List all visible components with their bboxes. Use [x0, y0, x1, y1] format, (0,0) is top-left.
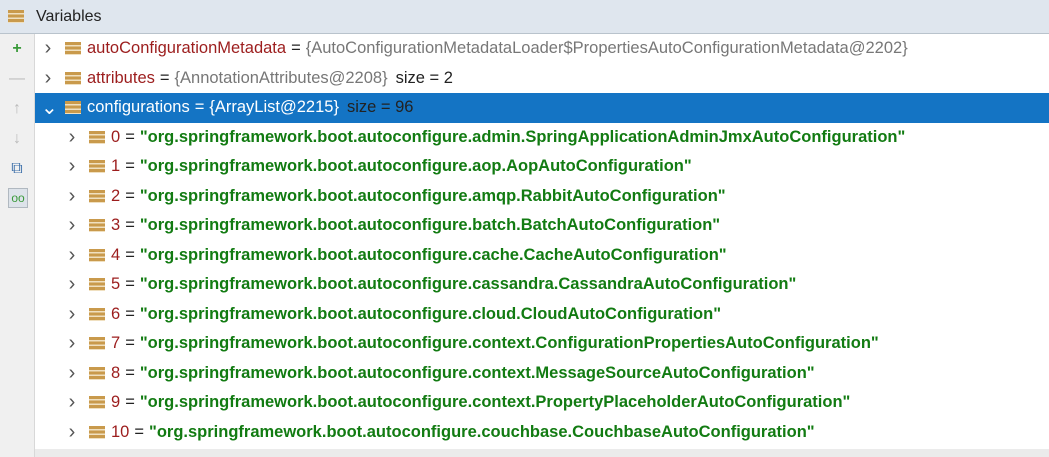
chevron-right-icon[interactable]: › — [65, 421, 79, 444]
item-value: "org.springframework.boot.autoconfigure.… — [139, 245, 727, 264]
field-icon — [65, 71, 81, 85]
item-value: "org.springframework.boot.autoconfigure.… — [139, 363, 815, 382]
variable-row[interactable]: › attributes = {AnnotationAttributes@2208} s… — [35, 64, 1049, 94]
field-icon — [89, 366, 105, 380]
variable-name: attributes — [87, 68, 155, 87]
equals-sign: = — [125, 157, 135, 176]
field-icon — [89, 189, 105, 203]
item-value: "org.springframework.boot.autoconfigure.… — [139, 216, 721, 235]
equals-sign: = — [125, 304, 135, 323]
variables-tree: › autoConfigurationMetadata = {AutoConfigur… — [35, 34, 1049, 447]
toolbar-gutter: + — ↑ ↓ ⧉ oo — [0, 34, 35, 457]
field-icon — [65, 42, 81, 56]
list-item[interactable]: › 10 = "org.springframework.boot.autoconfig… — [35, 418, 1049, 448]
copy-icon[interactable]: ⧉ — [8, 160, 26, 178]
field-icon — [65, 101, 81, 115]
item-index: 5 — [111, 275, 121, 294]
item-index: 4 — [111, 245, 121, 264]
item-index: 0 — [111, 127, 121, 146]
field-icon — [89, 278, 105, 292]
panel-title: Variables — [36, 7, 102, 25]
field-icon — [89, 337, 105, 351]
chevron-right-icon[interactable]: › — [65, 126, 79, 149]
up-arrow-icon[interactable]: ↑ — [8, 100, 26, 118]
item-value: "org.springframework.boot.autoconfigure.… — [139, 304, 722, 323]
chevron-right-icon[interactable]: › — [65, 244, 79, 267]
equals-sign: = — [134, 422, 144, 441]
list-item[interactable]: › 0 = "org.springframework.boot.autoconfigu… — [35, 123, 1049, 153]
list-item[interactable]: › 1 = "org.springframework.boot.autoconfigu… — [35, 152, 1049, 182]
chevron-right-icon[interactable]: › — [65, 362, 79, 385]
chevron-right-icon[interactable]: › — [65, 185, 79, 208]
variables-panel-header: Variables — [0, 0, 1049, 34]
equals-sign: = — [291, 39, 301, 58]
equals-sign: = — [125, 334, 135, 353]
item-index: 6 — [111, 304, 121, 323]
equals-sign: = — [194, 98, 205, 117]
chevron-down-icon[interactable]: ⌄ — [41, 95, 58, 120]
item-value: "org.springframework.boot.autoconfigure.… — [139, 127, 906, 146]
chevron-right-icon[interactable]: › — [65, 155, 79, 178]
watch-glasses-icon[interactable]: oo — [8, 188, 28, 208]
item-value: "org.springframework.boot.autoconfigure.… — [149, 422, 815, 441]
item-index: 10 — [111, 422, 130, 441]
variable-name: configurations — [87, 98, 190, 117]
item-index: 3 — [111, 216, 121, 235]
add-watch-icon[interactable]: + — [8, 40, 26, 58]
variable-value: {AutoConfigurationMetadataLoader$Propert… — [305, 39, 908, 58]
item-value: "org.springframework.boot.autoconfigure.… — [139, 275, 797, 294]
field-icon — [89, 130, 105, 144]
variable-row[interactable]: ⌄ configurations = {ArrayList@2215} size = 9… — [35, 93, 1049, 123]
item-index: 2 — [111, 186, 121, 205]
list-item[interactable]: › 6 = "org.springframework.boot.autoconfigu… — [35, 300, 1049, 330]
chevron-right-icon[interactable]: › — [65, 303, 79, 326]
item-index: 9 — [111, 393, 121, 412]
list-item[interactable]: › 9 = "org.springframework.boot.autoconfigu… — [35, 388, 1049, 418]
field-icon — [89, 248, 105, 262]
list-item[interactable]: › 8 = "org.springframework.boot.autoconfigu… — [35, 359, 1049, 389]
equals-sign: = — [125, 363, 135, 382]
variable-size: size = 2 — [395, 68, 453, 87]
chevron-right-icon[interactable]: › — [65, 391, 79, 414]
variable-value: {AnnotationAttributes@2208} — [174, 68, 388, 87]
equals-sign: = — [125, 216, 135, 235]
item-value: "org.springframework.boot.autoconfigure.… — [139, 334, 879, 353]
equals-sign: = — [125, 245, 135, 264]
variable-name: autoConfigurationMetadata — [87, 39, 287, 58]
field-icon — [89, 160, 105, 174]
item-index: 8 — [111, 363, 121, 382]
partially-hidden-row — [35, 449, 1049, 457]
list-item[interactable]: › 3 = "org.springframework.boot.autoconfigu… — [35, 211, 1049, 241]
equals-sign: = — [125, 275, 135, 294]
chevron-right-icon[interactable]: › — [65, 273, 79, 296]
item-value: "org.springframework.boot.autoconfigure.… — [139, 157, 692, 176]
variable-value: {ArrayList@2215} — [209, 98, 339, 117]
equals-sign: = — [125, 186, 135, 205]
down-arrow-icon[interactable]: ↓ — [8, 130, 26, 148]
remove-icon[interactable]: — — [8, 70, 26, 88]
field-icon — [89, 425, 105, 439]
chevron-right-icon[interactable]: › — [41, 37, 55, 60]
equals-sign: = — [125, 393, 135, 412]
variables-icon — [8, 10, 24, 23]
list-item[interactable]: › 2 = "org.springframework.boot.autoconfigu… — [35, 182, 1049, 212]
item-value: "org.springframework.boot.autoconfigure.… — [139, 393, 851, 412]
field-icon — [89, 396, 105, 410]
variable-size: size = 96 — [346, 98, 414, 117]
field-icon — [89, 219, 105, 233]
equals-sign: = — [125, 127, 135, 146]
list-item[interactable]: › 7 = "org.springframework.boot.autoconfigu… — [35, 329, 1049, 359]
equals-sign: = — [159, 68, 170, 87]
chevron-right-icon[interactable]: › — [65, 332, 79, 355]
chevron-right-icon[interactable]: › — [65, 214, 79, 237]
item-index: 7 — [111, 334, 121, 353]
item-value: "org.springframework.boot.autoconfigure.… — [139, 186, 726, 205]
list-item[interactable]: › 5 = "org.springframework.boot.autoconfigu… — [35, 270, 1049, 300]
item-index: 1 — [111, 157, 121, 176]
list-item[interactable]: › 4 = "org.springframework.boot.autoconfigu… — [35, 241, 1049, 271]
variable-row[interactable]: › autoConfigurationMetadata = {AutoConfigur… — [35, 34, 1049, 64]
chevron-right-icon[interactable]: › — [41, 67, 55, 90]
field-icon — [89, 307, 105, 321]
